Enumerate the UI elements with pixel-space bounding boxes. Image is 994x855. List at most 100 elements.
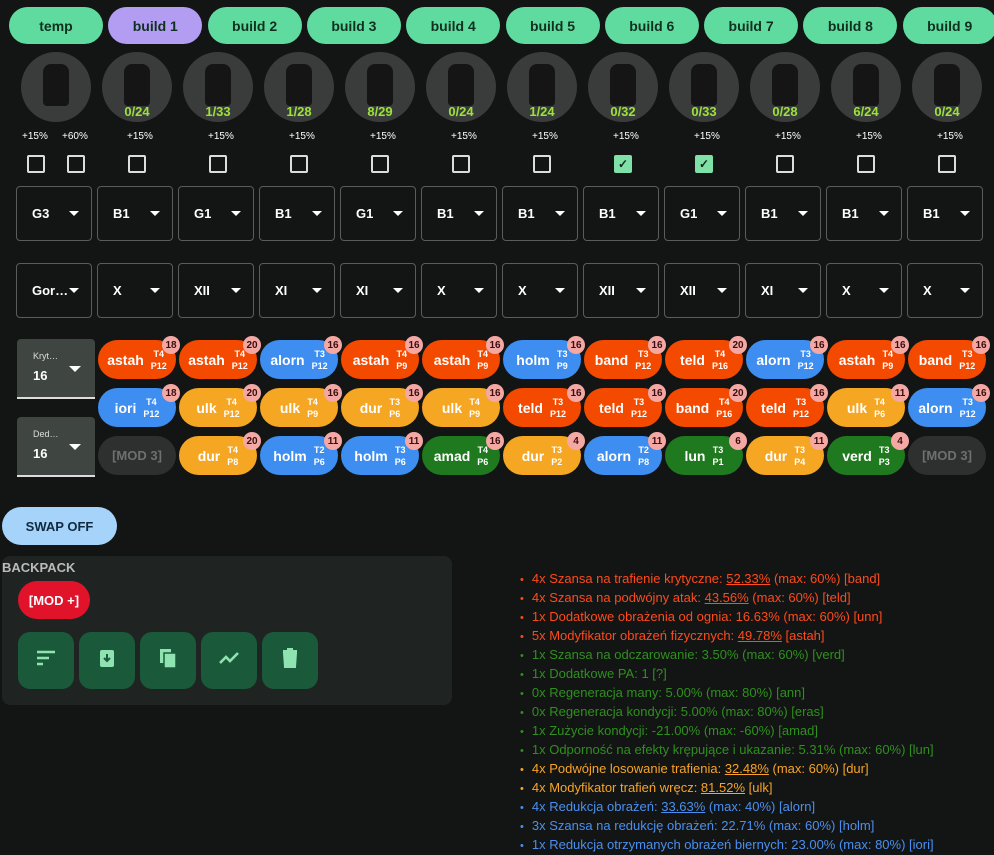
level-select[interactable]: X bbox=[826, 263, 902, 318]
tab-build-1[interactable]: build 1 bbox=[108, 7, 203, 44]
level-select[interactable]: X bbox=[502, 263, 578, 318]
level-select[interactable]: Gor… bbox=[16, 263, 92, 318]
equipment-slot[interactable]: 1/28 bbox=[264, 52, 334, 122]
tab-build-4[interactable]: build 4 bbox=[406, 7, 501, 44]
sort-button[interactable] bbox=[18, 632, 74, 689]
equipment-slot[interactable]: 0/33 bbox=[669, 52, 739, 122]
mod-chip[interactable]: teld T3 P12 16 bbox=[584, 384, 666, 427]
level-select[interactable]: X bbox=[907, 263, 983, 318]
mod-chip[interactable]: astah T4 P9 16 bbox=[341, 336, 423, 379]
mod-chip[interactable]: alorn T3 P12 16 bbox=[908, 384, 990, 427]
mod-chip[interactable]: lun T3 P1 6 bbox=[665, 432, 747, 475]
bonus-checkbox[interactable] bbox=[533, 155, 551, 173]
level-select[interactable]: XI bbox=[259, 263, 335, 318]
tab-build-3[interactable]: build 3 bbox=[306, 7, 401, 44]
equipment-slot[interactable]: 1/33 bbox=[183, 52, 253, 122]
equipment-slot[interactable]: 0/24 bbox=[102, 52, 172, 122]
grade-select[interactable]: B1 bbox=[97, 186, 173, 241]
mod-chip[interactable]: holm T3 P6 11 bbox=[341, 432, 423, 475]
clipboard-download-button[interactable] bbox=[79, 632, 135, 689]
mod-chip[interactable]: dur T3 P4 11 bbox=[746, 432, 828, 475]
grade-select[interactable]: G1 bbox=[178, 186, 254, 241]
mod-chip[interactable]: dur T4 P8 20 bbox=[179, 432, 261, 475]
tab-build-2[interactable]: build 2 bbox=[207, 7, 302, 44]
mod-chip[interactable]: band T4 P16 20 bbox=[665, 384, 747, 427]
mod-chip[interactable]: ulk T4 P6 11 bbox=[827, 384, 909, 427]
mod-chip[interactable]: iori T4 P12 18 bbox=[98, 384, 180, 427]
level-select[interactable]: XI bbox=[745, 263, 821, 318]
mod-chip[interactable]: teld T3 P12 16 bbox=[503, 384, 585, 427]
equipment-slot[interactable]: 0/24 bbox=[912, 52, 982, 122]
grade-select[interactable]: G1 bbox=[340, 186, 416, 241]
tab-build-8[interactable]: build 8 bbox=[803, 7, 898, 44]
empty-mod-slot[interactable]: [MOD 3] bbox=[98, 436, 176, 475]
level-select[interactable]: XII bbox=[178, 263, 254, 318]
level-select[interactable]: XI bbox=[340, 263, 416, 318]
mod-chip[interactable]: ulk T4 P12 20 bbox=[179, 384, 261, 427]
tab-build-9[interactable]: build 9 bbox=[902, 7, 994, 44]
trending-button[interactable] bbox=[201, 632, 257, 689]
mod-chip[interactable]: holm T3 P9 16 bbox=[503, 336, 585, 379]
mod-chip[interactable]: teld T4 P16 20 bbox=[665, 336, 747, 379]
grade-select[interactable]: B1 bbox=[259, 186, 335, 241]
bonus-checkbox[interactable]: ✓ bbox=[614, 155, 632, 173]
level-select[interactable]: XII bbox=[583, 263, 659, 318]
equipment-slot[interactable]: 0/32 bbox=[588, 52, 658, 122]
mod-chip[interactable]: band T3 P12 16 bbox=[584, 336, 666, 379]
bonus-checkbox[interactable] bbox=[27, 155, 45, 173]
bonus-checkbox[interactable] bbox=[938, 155, 956, 173]
bonus-checkbox[interactable]: ✓ bbox=[695, 155, 713, 173]
mod-chip[interactable]: dur T3 P2 4 bbox=[503, 432, 585, 475]
equipment-slot[interactable]: 0/28 bbox=[750, 52, 820, 122]
mod-chip[interactable]: alorn T3 P12 16 bbox=[260, 336, 342, 379]
bonus-checkbox[interactable] bbox=[67, 155, 85, 173]
grade-select[interactable]: B1 bbox=[907, 186, 983, 241]
tab-build-6[interactable]: build 6 bbox=[604, 7, 699, 44]
mod-chip[interactable]: verd T3 P3 4 bbox=[827, 432, 909, 475]
mod-chip[interactable]: ulk T4 P9 16 bbox=[422, 384, 504, 427]
mod-chip[interactable]: band T3 P12 16 bbox=[908, 336, 990, 379]
mod-chip[interactable]: ulk T4 P9 16 bbox=[260, 384, 342, 427]
bonus-checkbox[interactable] bbox=[452, 155, 470, 173]
mod-chip[interactable]: alorn T3 P12 16 bbox=[746, 336, 828, 379]
mod-chip[interactable]: dur T3 P6 16 bbox=[341, 384, 423, 427]
bonus-checkbox[interactable] bbox=[857, 155, 875, 173]
equipment-slot[interactable]: 6/24 bbox=[831, 52, 901, 122]
copy-button[interactable] bbox=[140, 632, 196, 689]
tab-temp[interactable]: temp bbox=[9, 7, 103, 44]
grade-select[interactable]: B1 bbox=[583, 186, 659, 241]
bonus-checkbox[interactable] bbox=[128, 155, 146, 173]
mod-chip[interactable]: teld T3 P12 16 bbox=[746, 384, 828, 427]
equipment-slot[interactable]: 0/24 bbox=[426, 52, 496, 122]
mod-chip[interactable]: astah T4 P12 20 bbox=[179, 336, 261, 379]
mod-chip[interactable]: holm T2 P6 11 bbox=[260, 432, 342, 475]
bonus-checkbox[interactable] bbox=[776, 155, 794, 173]
level-select[interactable]: X bbox=[97, 263, 173, 318]
mod-chip[interactable]: alorn T2 P8 11 bbox=[584, 432, 666, 475]
swap-toggle-button[interactable]: SWAP OFF bbox=[2, 507, 117, 545]
equipment-slot[interactable]: 1/24 bbox=[507, 52, 577, 122]
level-select[interactable]: X bbox=[421, 263, 497, 318]
mod-chip[interactable]: astah T4 P9 16 bbox=[422, 336, 504, 379]
add-mod-button[interactable]: [MOD +] bbox=[18, 581, 90, 619]
tab-build-7[interactable]: build 7 bbox=[704, 7, 799, 44]
level-select[interactable]: XII bbox=[664, 263, 740, 318]
grade-select[interactable]: G1 bbox=[664, 186, 740, 241]
grade-select[interactable]: B1 bbox=[421, 186, 497, 241]
grade-select[interactable]: B1 bbox=[826, 186, 902, 241]
delete-button[interactable] bbox=[262, 632, 318, 689]
bonus-checkbox[interactable] bbox=[290, 155, 308, 173]
bonus-checkbox[interactable] bbox=[371, 155, 389, 173]
grade-select[interactable]: B1 bbox=[502, 186, 578, 241]
tab-build-5[interactable]: build 5 bbox=[505, 7, 600, 44]
stat-select[interactable]: Ded… 16 bbox=[17, 417, 95, 477]
mod-chip[interactable]: amad T4 P6 16 bbox=[422, 432, 504, 475]
grade-select[interactable]: B1 bbox=[745, 186, 821, 241]
bonus-checkbox[interactable] bbox=[209, 155, 227, 173]
grade-select[interactable]: G3 bbox=[16, 186, 92, 241]
stat-select[interactable]: Kryt… 16 bbox=[17, 339, 95, 399]
equipment-slot[interactable]: 8/29 bbox=[345, 52, 415, 122]
mod-chip[interactable]: astah T4 P12 18 bbox=[98, 336, 180, 379]
mod-chip[interactable]: astah T4 P9 16 bbox=[827, 336, 909, 379]
empty-mod-slot[interactable]: [MOD 3] bbox=[908, 436, 986, 475]
